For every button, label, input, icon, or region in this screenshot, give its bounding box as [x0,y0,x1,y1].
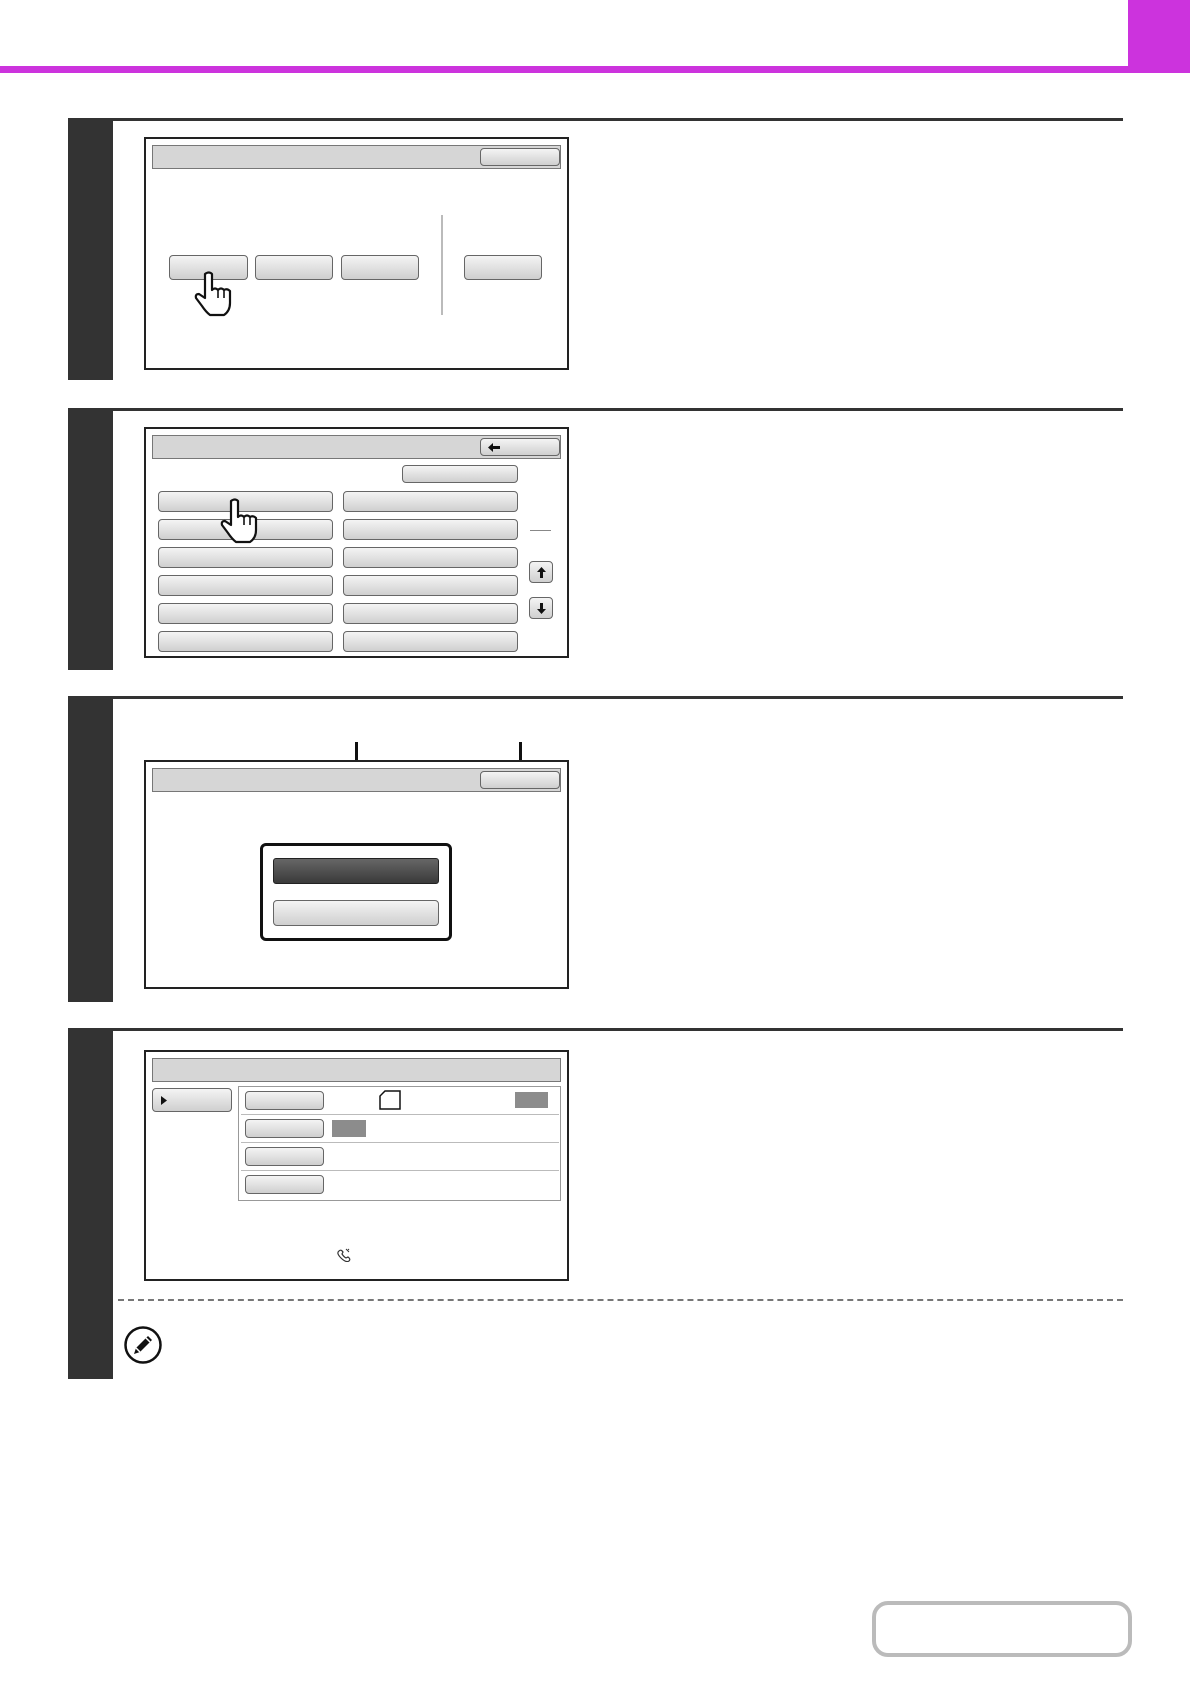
back-button[interactable] [480,438,560,456]
list-button-5[interactable] [158,603,333,624]
unselected-option-button[interactable] [273,900,439,926]
step-2-bar [68,408,113,670]
header-accent-bar [0,66,1190,73]
sort-button[interactable] [402,465,518,483]
scroll-down-button[interactable] [529,597,553,619]
paper-orientation-icon [379,1090,401,1110]
step3-screen [144,760,569,989]
scroll-up-button[interactable] [529,561,553,583]
option-button-2[interactable] [255,255,333,280]
step-4-bar [68,1028,113,1379]
step-3-bar [68,696,113,1002]
step-1-bar [68,118,113,380]
list-button-11[interactable] [343,603,518,624]
row-divider [241,1114,559,1115]
step-3-rule [113,696,1123,699]
setting-value-block-2 [332,1120,366,1137]
setting-button-1[interactable] [245,1091,324,1110]
setting-button-3[interactable] [245,1147,324,1166]
title-bar-button[interactable] [480,148,560,166]
step1-screen [144,137,569,370]
list-button-8[interactable] [343,519,518,540]
settings-list [238,1086,561,1201]
arrow-down-icon [537,603,546,614]
hand-pointer-icon [194,271,232,317]
page-indicator-line [530,530,551,531]
ok-button[interactable] [480,771,560,789]
list-button-6[interactable] [158,631,333,652]
setting-button-4[interactable] [245,1175,324,1194]
step-1-rule [113,118,1123,121]
row-divider [241,1142,559,1143]
row-divider [241,1170,559,1171]
note-separator [118,1299,1123,1301]
screen-title-bar [152,1058,561,1082]
chapter-tab [1128,0,1190,66]
list-button-12[interactable] [343,631,518,652]
expand-tab-button[interactable] [152,1088,232,1112]
list-button-10[interactable] [343,575,518,596]
triangle-right-icon [161,1096,167,1105]
setting-button-2[interactable] [245,1119,324,1138]
step4-screen [144,1050,569,1281]
selected-option-button[interactable] [273,858,439,884]
list-button-4[interactable] [158,575,333,596]
step2-screen [144,427,569,658]
step-2-rule [113,408,1123,411]
setting-value-block-1 [515,1092,548,1108]
list-button-9[interactable] [343,547,518,568]
contents-button[interactable] [872,1601,1132,1657]
step-4-rule [113,1028,1123,1031]
divider [441,215,443,315]
option-button-3[interactable] [341,255,419,280]
pencil-note-icon [124,1326,162,1364]
hand-pointer-icon [220,498,258,544]
fax-sender-icon [337,1248,351,1262]
arrow-left-icon [488,443,500,452]
list-button-3[interactable] [158,547,333,568]
list-button-7[interactable] [343,491,518,512]
selection-group [260,843,452,941]
arrow-up-icon [537,567,546,578]
option-button-4[interactable] [464,255,542,280]
